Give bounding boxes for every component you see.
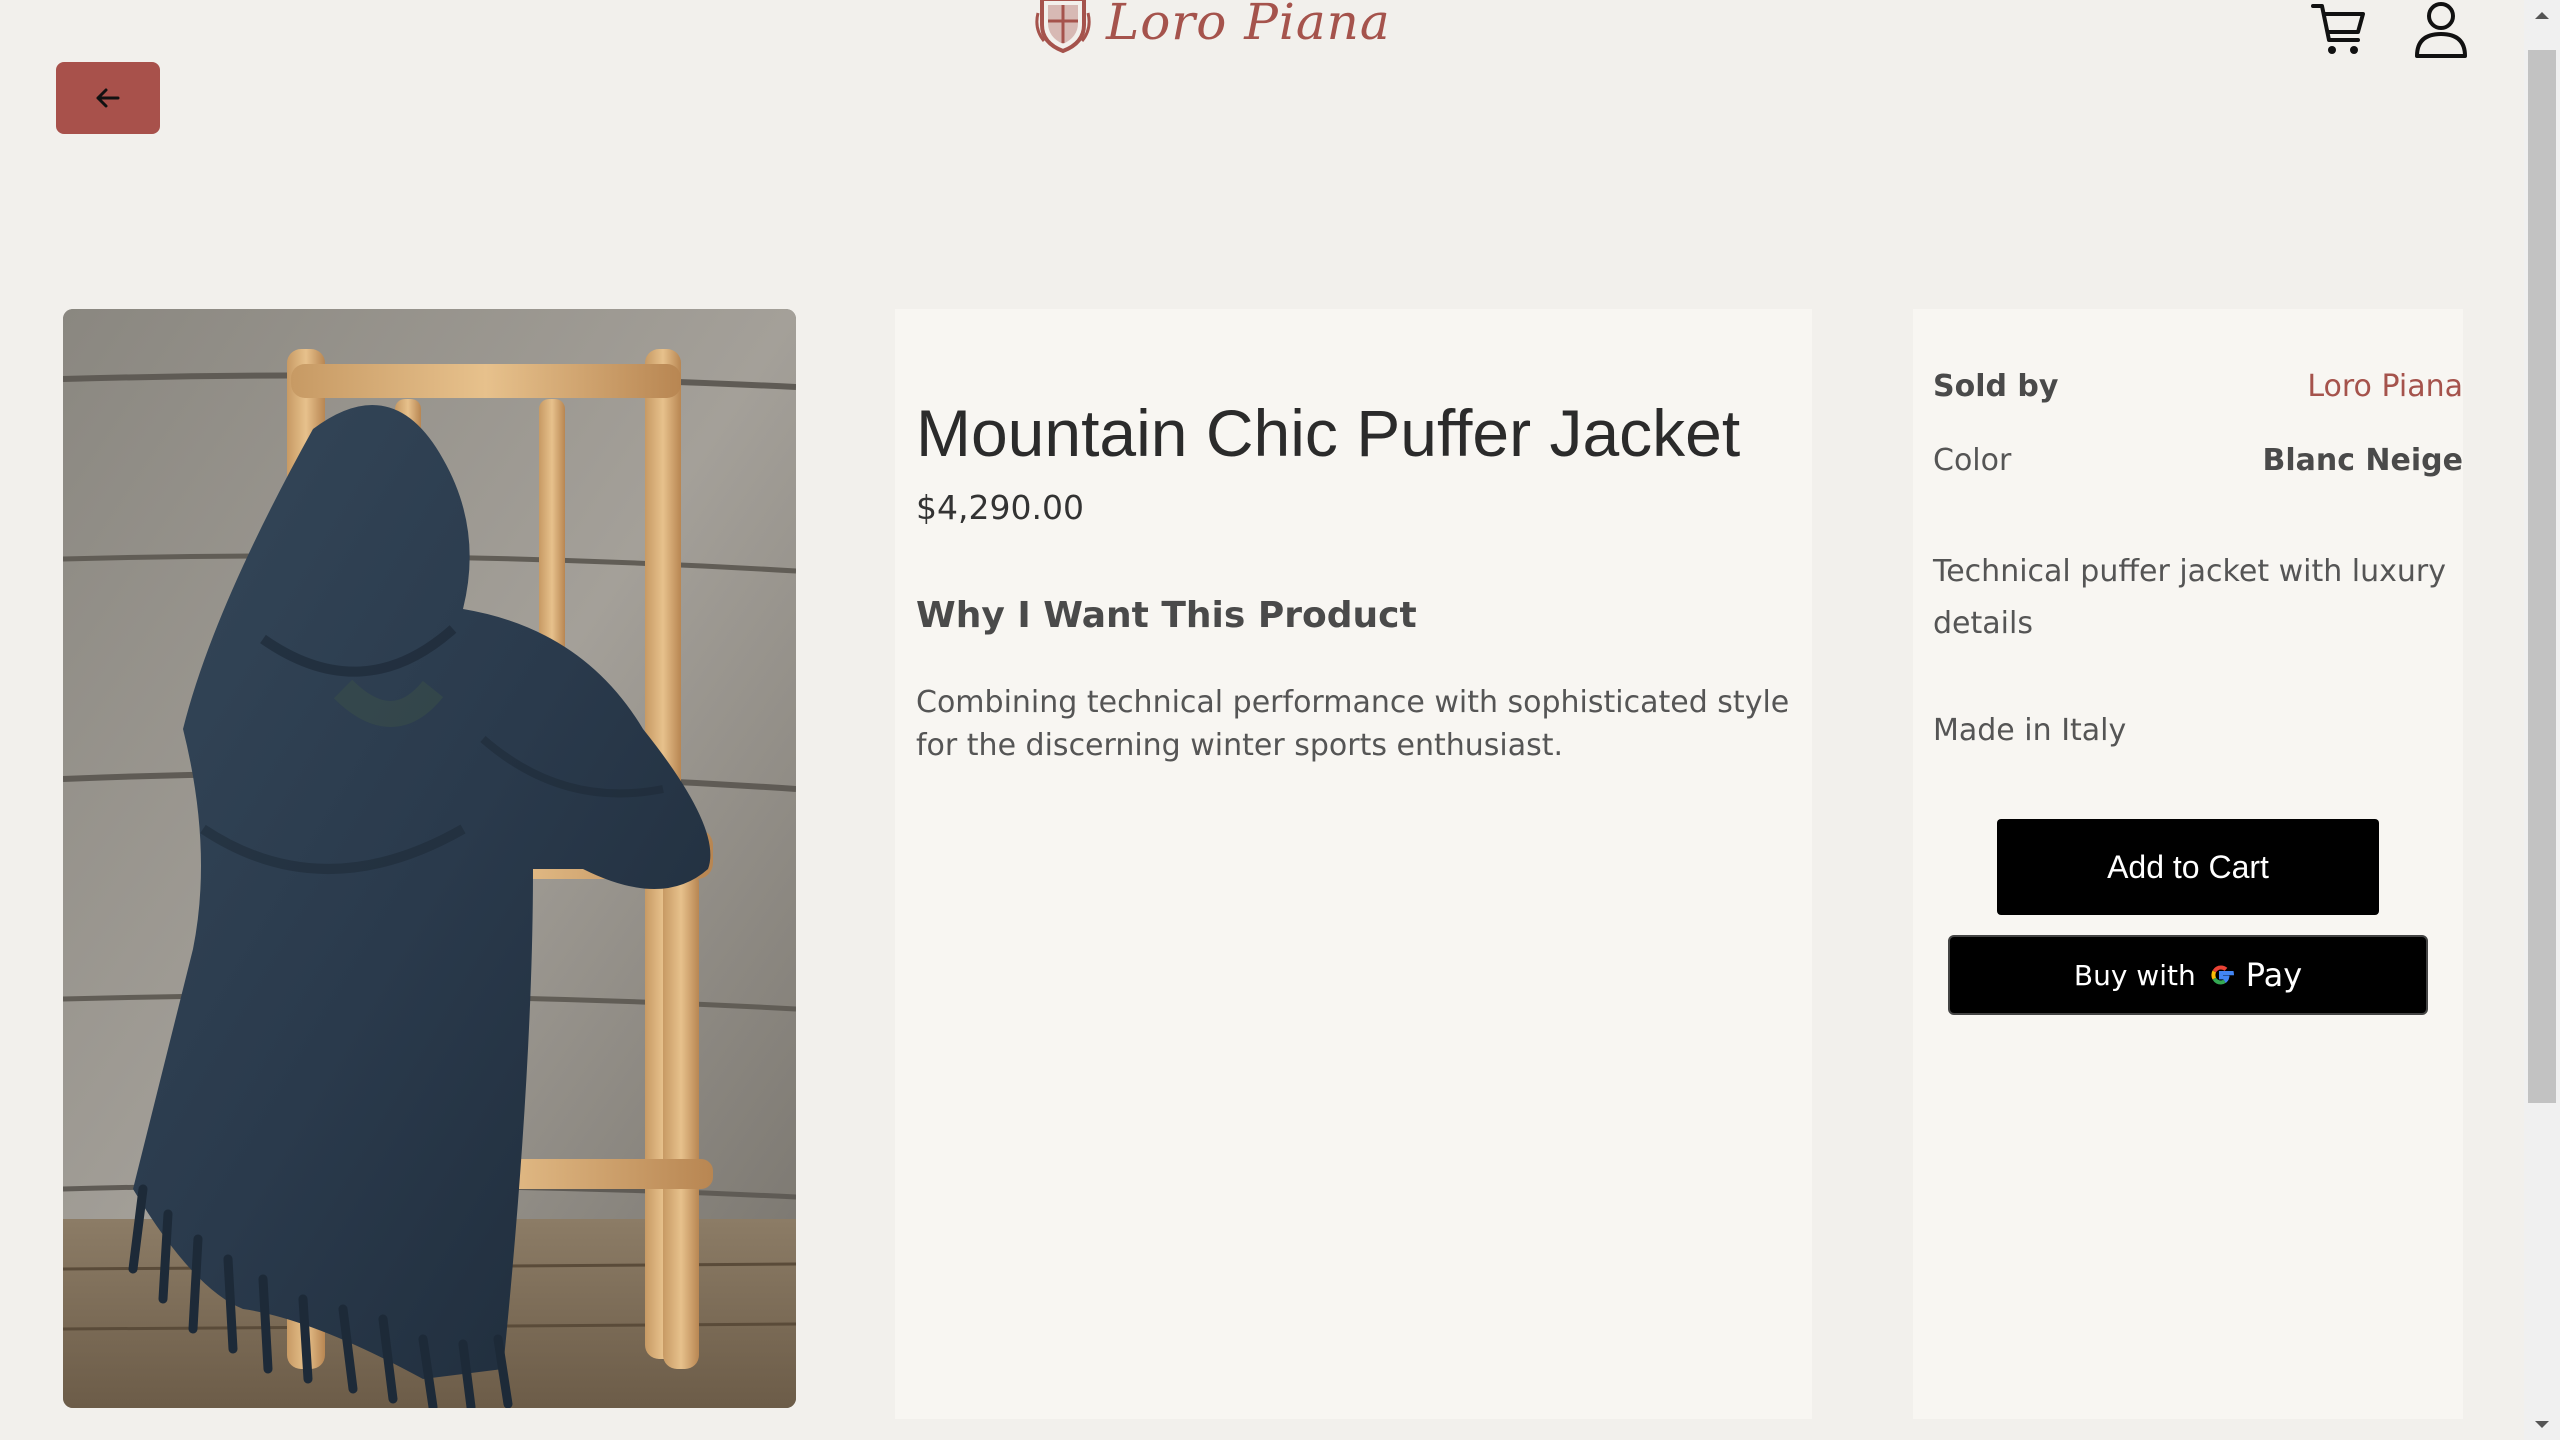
color-value: Blanc Neige <box>2262 443 2463 478</box>
scrollbar-thumb[interactable] <box>2528 50 2556 1103</box>
arrow-left-icon <box>96 88 120 108</box>
why-heading: Why I Want This Product <box>916 595 1417 636</box>
product-description: Technical puffer jacket with luxury deta… <box>1933 554 2447 641</box>
add-to-cart-button[interactable]: Add to Cart <box>1997 819 2379 915</box>
sold-by-row: Sold by Loro Piana <box>1933 369 2463 404</box>
product-page: Loro Piana Mountain Chic Puffer Jacket $… <box>0 0 2560 1440</box>
back-button[interactable] <box>56 62 160 134</box>
why-text: Combining technical performance with sop… <box>916 685 1790 763</box>
scroll-up-arrow-icon[interactable] <box>2524 0 2560 30</box>
brand-logo[interactable]: Loro Piana <box>1034 0 1391 58</box>
brand-name: Loro Piana <box>1106 0 1391 51</box>
user-icon[interactable] <box>2412 0 2470 58</box>
page-scrollbar[interactable] <box>2524 0 2560 1440</box>
crest-icon <box>1035 0 1091 54</box>
product-origin: Made in Italy <box>1933 713 2127 748</box>
scroll-down-arrow-icon[interactable] <box>2524 1410 2560 1440</box>
color-row: Color Blanc Neige <box>1933 443 2463 478</box>
sold-by-link[interactable]: Loro Piana <box>2307 369 2463 404</box>
product-info-panel: Mountain Chic Puffer Jacket $4,290.00 Wh… <box>895 309 1812 1419</box>
pay-label: Pay <box>2245 956 2303 994</box>
product-price: $4,290.00 <box>916 488 1084 527</box>
product-details-panel: Sold by Loro Piana Color Blanc Neige Tec… <box>1913 309 2463 1419</box>
google-g-icon <box>2211 965 2234 985</box>
cart-icon[interactable] <box>2310 0 2368 58</box>
color-label: Color <box>1933 443 2012 478</box>
sold-by-label: Sold by <box>1933 369 2059 404</box>
product-image <box>63 309 796 1408</box>
buy-with-label: Buy with <box>2073 958 2196 992</box>
google-pay-button[interactable]: Buy with Pay <box>1948 935 2428 1015</box>
product-title: Mountain Chic Puffer Jacket <box>916 396 1741 470</box>
